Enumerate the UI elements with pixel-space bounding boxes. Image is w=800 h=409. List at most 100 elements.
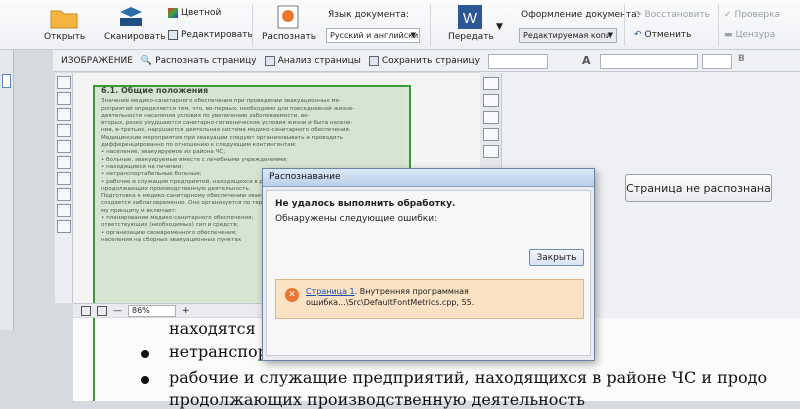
page-not-recognized-button[interactable]: Страница не распознана xyxy=(625,174,772,202)
error-heading: Не удалось выполнить обработку. xyxy=(275,199,456,209)
recognition-dialog: Распознавание Не удалось выполнить обраб… xyxy=(262,168,595,361)
layout-icon[interactable] xyxy=(483,128,499,141)
restore-button[interactable]: ↷ Восстановить xyxy=(634,10,710,20)
delete-area-tool-icon[interactable] xyxy=(57,172,71,185)
picture-area-tool-icon[interactable] xyxy=(57,92,71,105)
scan-label: Сканировать xyxy=(104,32,166,42)
censor-button[interactable]: ▬ Цензура xyxy=(724,30,775,40)
recognize-page-button[interactable]: 🔍 Распознать страницу xyxy=(141,56,257,66)
bold-icon[interactable]: B xyxy=(738,54,745,64)
recognize-button[interactable]: Распознать xyxy=(262,2,317,42)
open-label: Открыть xyxy=(44,32,86,42)
page-view-icon[interactable] xyxy=(483,94,499,107)
page-thumbnails[interactable] xyxy=(0,50,14,330)
errors-label: Обнаружены следующие ошибки: xyxy=(275,214,438,224)
image-tools xyxy=(55,73,73,303)
ribbon: Открыть Сканировать Цветной Редактироват… xyxy=(0,0,800,50)
color-button[interactable]: Цветной xyxy=(168,8,221,18)
text-line: находятся xyxy=(169,319,256,338)
fit-page-icon[interactable] xyxy=(81,305,91,316)
barcode-area-tool-icon[interactable] xyxy=(57,140,71,153)
bullet xyxy=(141,350,149,358)
error-icon: ✕ xyxy=(285,288,299,302)
font-size-select[interactable] xyxy=(702,54,732,69)
recognize-label: Распознать xyxy=(262,32,317,42)
restore-label: Восстановить xyxy=(644,10,710,20)
hand-tool-icon[interactable] xyxy=(57,220,71,233)
table-area-tool-icon[interactable] xyxy=(57,108,71,121)
magnifier-icon: 🔍 xyxy=(140,55,153,66)
ribbon-separator xyxy=(718,4,719,46)
scan-button[interactable]: Сканировать xyxy=(104,2,166,42)
analyze-icon xyxy=(264,55,275,66)
doc-lang-select[interactable]: Русский и английски ▼ xyxy=(326,28,420,43)
edit-button[interactable]: Редактировать xyxy=(168,30,253,40)
doc-format-select[interactable]: Редактируемая копи ▼ xyxy=(519,28,617,43)
background-area-tool-icon[interactable] xyxy=(57,124,71,137)
add-area-tool-icon[interactable] xyxy=(57,156,71,169)
style-select[interactable] xyxy=(488,54,548,69)
open-button[interactable]: Открыть xyxy=(44,2,86,42)
cancel-button[interactable]: ↶ Отменить xyxy=(634,30,691,40)
font-style-icon[interactable]: A xyxy=(582,54,591,67)
edit-label: Редактировать xyxy=(181,30,253,40)
edit-image-icon xyxy=(168,30,178,40)
check-label: Проверка xyxy=(734,10,781,20)
select-tool-icon[interactable] xyxy=(57,204,71,217)
recognize-page-label: Распознать страницу xyxy=(155,55,257,66)
folder-icon xyxy=(49,4,79,30)
fit-width-icon[interactable] xyxy=(97,305,107,316)
text-line: продолжающих производственную деятельнос… xyxy=(169,390,585,409)
doc-lang-label: Язык документа: xyxy=(328,10,409,20)
analyze-page-label: Анализ страницы xyxy=(277,55,361,66)
refresh-icon[interactable] xyxy=(483,111,499,124)
error-page-link[interactable]: Страница 1 xyxy=(306,287,355,296)
undo-icon: ↶ xyxy=(634,30,642,40)
doc-lang-value: Русский и английски xyxy=(330,31,419,40)
error-item: ✕ Страница 1. Внутренняя программная оши… xyxy=(275,279,584,319)
dialog-title: Распознавание xyxy=(263,169,594,187)
save-page-button[interactable]: Сохранить страницу xyxy=(368,55,480,66)
check-button[interactable]: ✓ Проверка xyxy=(724,10,780,20)
ribbon-separator xyxy=(430,4,431,46)
margin-line xyxy=(93,318,95,401)
zoom-value: 86% xyxy=(132,305,150,315)
text-line: рабочие и служащие предприятий, находящи… xyxy=(169,368,768,387)
censor-label: Цензура xyxy=(735,30,776,40)
save-icon xyxy=(368,55,379,66)
format-toolbar: A B xyxy=(480,50,800,72)
redo-icon: ↷ xyxy=(634,10,642,20)
close-button[interactable]: Закрыть xyxy=(529,249,584,266)
zoom-in-button[interactable]: + xyxy=(182,306,190,316)
spellcheck-icon: ✓ xyxy=(724,10,732,20)
font-select[interactable] xyxy=(600,54,698,69)
svg-text:W: W xyxy=(463,10,478,27)
bullet xyxy=(141,376,149,384)
dialog-body: Не удалось выполнить обработку. Обнаруже… xyxy=(266,190,591,356)
send-dropdown-icon[interactable]: ▼ xyxy=(496,22,503,32)
send-label: Передать xyxy=(448,32,494,42)
analyze-page-button[interactable]: Анализ страницы xyxy=(264,55,361,66)
recognize-icon xyxy=(273,4,303,30)
magnifier-tool-icon[interactable] xyxy=(57,188,71,201)
zoom-select[interactable]: 86% xyxy=(128,304,176,317)
ribbon-separator xyxy=(252,4,253,46)
page-thumbnail[interactable] xyxy=(2,74,11,88)
word-icon: W xyxy=(455,4,485,30)
color-label: Цветной xyxy=(181,8,222,18)
send-button[interactable]: W Передать xyxy=(448,2,494,42)
scanner-icon xyxy=(116,4,146,30)
color-icon xyxy=(168,8,178,18)
doc-view-icon[interactable] xyxy=(483,77,499,90)
censor-icon: ▬ xyxy=(724,30,733,40)
zoom-out-button[interactable]: — xyxy=(113,306,122,316)
doc-format-label: Оформление документа: xyxy=(521,10,640,20)
text-line: нетранспор xyxy=(169,342,268,361)
cancel-label: Отменить xyxy=(644,30,692,40)
text-area-tool-icon[interactable] xyxy=(57,76,71,89)
ribbon-separator xyxy=(624,4,625,46)
save-page-label: Сохранить страницу xyxy=(381,55,480,66)
chevron-down-icon: ▼ xyxy=(607,31,613,39)
doc-format-value: Редактируемая копи xyxy=(523,31,612,40)
split-icon[interactable] xyxy=(483,145,499,158)
